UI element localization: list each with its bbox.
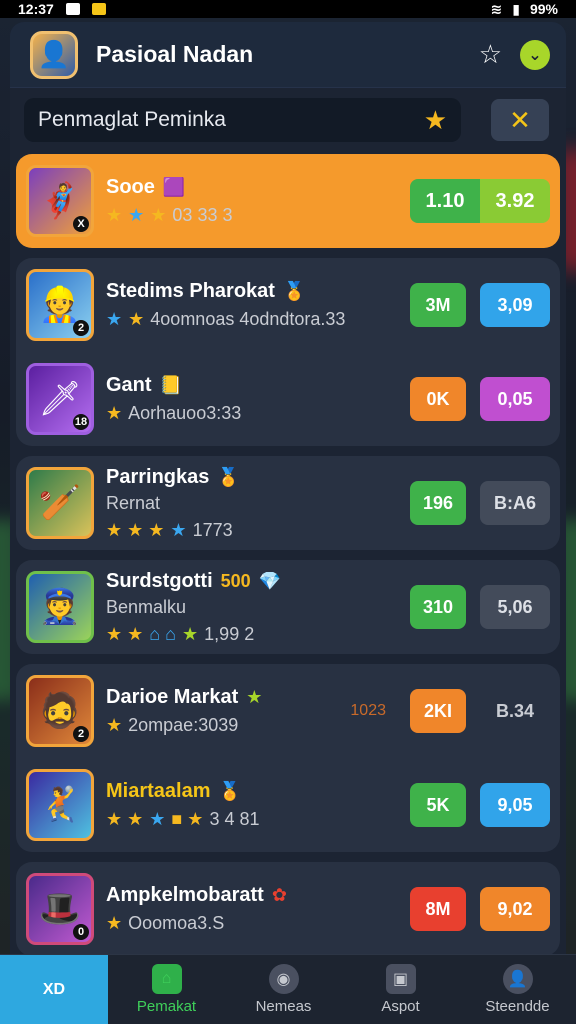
- item-name: Gant: [106, 374, 152, 396]
- item-thumbnail: 🗡 18: [26, 363, 94, 435]
- value-secondary: 0,05: [480, 377, 550, 421]
- item-stats: Ooomoa3.S: [128, 913, 225, 933]
- medal-icon: 🏅: [217, 466, 240, 487]
- flower-icon: ✿: [271, 885, 287, 905]
- player-list: 🦸 X Sooe 🟪 ★ ★ ★ 03 33 3 1.10 3.92 👷 2 Stedims…: [10, 142, 566, 956]
- star-icon[interactable]: ☆: [479, 39, 502, 70]
- signal-icon: ▮: [512, 0, 520, 17]
- tab-aspot[interactable]: ▣ Aspot: [342, 955, 459, 1024]
- home-icon: ⌂: [151, 964, 182, 994]
- list-item[interactable]: 🦸 X Sooe 🟪 ★ ★ ★ 03 33 3 1.10 3.92: [16, 154, 560, 248]
- item-thumbnail: 👮: [26, 571, 94, 643]
- chevron-down-icon[interactable]: ⌄: [520, 39, 550, 70]
- item-name: Darioe Markat: [106, 686, 239, 708]
- item-subtitle: Benmalku: [106, 596, 187, 617]
- item-thumbnail: 🎩 0: [26, 873, 94, 945]
- star-icon[interactable]: ★: [424, 105, 447, 136]
- value-primary: 310: [410, 585, 466, 629]
- list-group: 🧔 2 Darioe Markat ★ ★ 2ompae:3039 1023 2KI …: [16, 664, 560, 852]
- item-name: Miartaalam: [106, 780, 211, 802]
- faded-value: 1023: [350, 702, 386, 719]
- tab-profile[interactable]: XD: [0, 955, 108, 1024]
- value-primary: 1.10: [410, 179, 480, 223]
- value-primary: 5K: [410, 783, 466, 827]
- value-primary: 0K: [410, 377, 466, 421]
- badge-value: 500: [220, 570, 251, 591]
- item-subtitle: Rernat: [106, 492, 161, 513]
- item-stats: 1,99 2: [204, 623, 255, 644]
- item-thumbnail: 🏏: [26, 467, 94, 539]
- page-title: Pasioal Nadan: [96, 41, 254, 67]
- value-primary: 8M: [410, 887, 466, 931]
- user-icon: 👤: [502, 964, 533, 994]
- tab-nemeas[interactable]: ◉ Nemeas: [225, 955, 342, 1024]
- wifi-icon: ≋: [490, 0, 503, 17]
- value-secondary: 5,06: [480, 585, 550, 629]
- value-primary: 3M: [410, 283, 466, 327]
- list-item[interactable]: 🎩 0 Ampkelmobaratt ✿ ★ Ooomoa3.S 8M 9,02: [16, 862, 560, 956]
- app-notification-icon: [91, 3, 106, 15]
- item-thumbnail: 👷 2: [26, 269, 94, 341]
- medal-icon: 🏅: [282, 281, 306, 301]
- bottom-tab-bar: XD ⌂ Pemakat ◉ Nemeas ▣ Aspot 👤 Steendde: [0, 954, 576, 1024]
- search-input[interactable]: Penmaglat Peminka ★: [24, 98, 461, 142]
- value-secondary: B:A6: [480, 481, 550, 525]
- value-primary: 196: [410, 481, 466, 525]
- item-name: Ampkelmobaratt: [106, 884, 264, 906]
- value-primary: 2KI: [410, 689, 466, 733]
- compass-icon: ◉: [268, 964, 299, 994]
- tab-label: Aspot: [381, 998, 420, 1015]
- tab-label: Pemakat: [136, 998, 197, 1015]
- medal-icon: 🏅: [218, 781, 241, 801]
- item-name: Sooe: [106, 176, 155, 198]
- list-item[interactable]: 👷 2 Stedims Pharokat 🏅 ★ ★ 4oomnoas 4odndtor…: [26, 258, 550, 352]
- clock: 12:37: [18, 1, 54, 17]
- item-stats: 2ompae:3039: [128, 715, 239, 735]
- item-thumbnail: 🤾: [26, 769, 94, 841]
- item-stats: Aorhauoo3:33: [128, 403, 242, 423]
- header: 👤 Pasioal Nadan ☆ ⌄: [10, 22, 566, 88]
- tab-label: XD: [42, 980, 66, 998]
- badge-icon: 🟪: [162, 177, 186, 197]
- list-item[interactable]: 🗡 18 Gant 📒 ★ Aorhauoo3:33 0K 0,05: [26, 352, 550, 446]
- gem-icon: 💎: [258, 570, 282, 591]
- tab-steendde[interactable]: 👤 Steendde: [459, 955, 576, 1024]
- item-thumbnail: 🦸 X: [26, 165, 94, 237]
- notification-icon: [65, 3, 80, 15]
- list-item[interactable]: 🧔 2 Darioe Markat ★ ★ 2ompae:3039 1023 2KI …: [26, 664, 550, 758]
- value-secondary: 9,02: [480, 887, 550, 931]
- item-name: Parringkas: [106, 465, 210, 488]
- avatar[interactable]: 👤: [30, 30, 78, 79]
- item-stats: 03 33 3: [172, 205, 233, 225]
- list-item[interactable]: 🏏 Parringkas 🏅 Rernat ★ ★ ★ ★ 1773 196 B:A6: [16, 456, 560, 550]
- tab-label: Nemeas: [255, 998, 312, 1015]
- close-button[interactable]: ✕: [491, 99, 549, 141]
- list-item[interactable]: 🤾 Miartaalam 🏅 ★ ★ ★ ■ ★ 3 4 81 5K 9,05: [26, 758, 550, 852]
- tab-label: Steendde: [485, 998, 550, 1015]
- item-name: Stedims Pharokat: [106, 280, 275, 302]
- inbox-icon: ▣: [385, 964, 416, 994]
- item-thumbnail: 🧔 2: [26, 675, 94, 747]
- value-secondary: 3.92: [480, 179, 550, 223]
- item-stats: 4oomnoas 4odndtora.33: [150, 309, 346, 329]
- search-query: Penmaglat Peminka: [38, 108, 226, 131]
- battery-level: 99%: [529, 1, 558, 17]
- value-secondary: 3,09: [480, 283, 550, 327]
- tab-pemakat[interactable]: ⌂ Pemakat: [108, 955, 225, 1024]
- value-secondary: B.34: [495, 700, 535, 721]
- note-icon: 📒: [159, 375, 182, 395]
- app-window: 👤 Pasioal Nadan ☆ ⌄ Penmaglat Peminka ★ …: [10, 22, 566, 1012]
- value-bar: 1.10 3.92: [410, 179, 550, 223]
- list-item[interactable]: 👮 Surdstgotti 500 💎 Benmalku ★ ★ ⌂ ⌂ ★ 1,99 2…: [16, 560, 560, 654]
- item-stats: 1773: [192, 519, 233, 540]
- item-stats: 3 4 81: [209, 809, 260, 829]
- value-secondary: 9,05: [480, 783, 550, 827]
- status-bar: 12:37 ≋ ▮ 99%: [0, 0, 576, 18]
- list-group: 👷 2 Stedims Pharokat 🏅 ★ ★ 4oomnoas 4odndtor…: [16, 258, 560, 446]
- item-name: Surdstgotti: [106, 569, 213, 592]
- star-icon: ★: [246, 687, 263, 707]
